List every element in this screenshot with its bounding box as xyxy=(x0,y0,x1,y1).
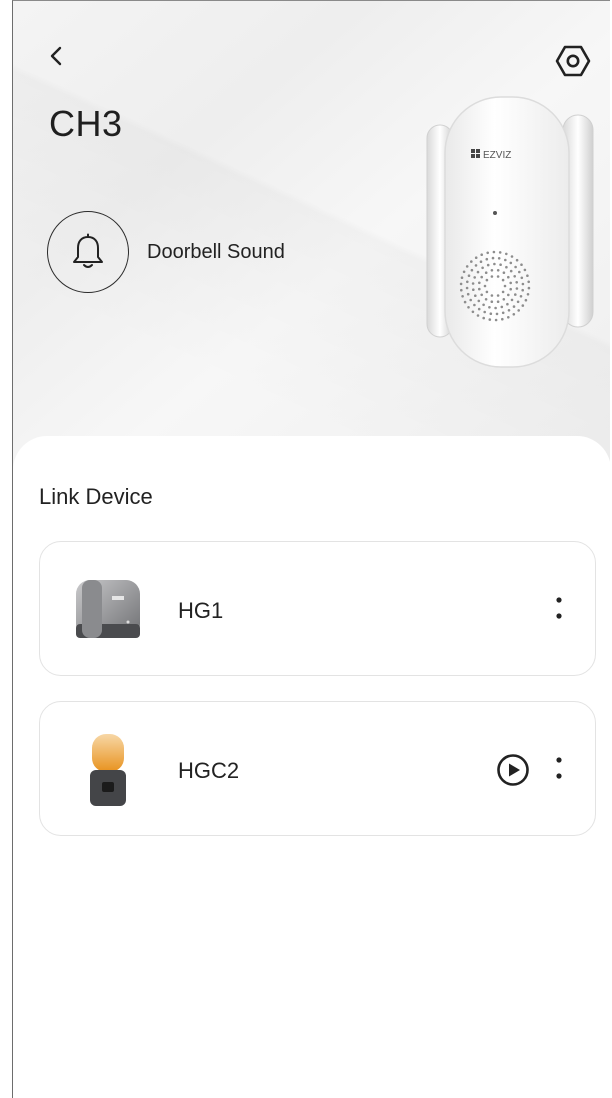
play-button[interactable] xyxy=(495,752,531,788)
link-device-heading: Link Device xyxy=(39,484,153,509)
play-circle-icon xyxy=(497,754,529,786)
more-vertical-icon xyxy=(556,597,562,619)
warning-light-thumbnail xyxy=(90,734,126,806)
device-card-hg1[interactable]: HG1 xyxy=(39,541,596,676)
chevron-left-icon xyxy=(50,46,62,66)
more-options-button[interactable] xyxy=(549,748,569,788)
app-screen: CH3 Doorbell Sound EZVIZ Link Device HG1… xyxy=(12,0,610,1098)
settings-button[interactable] xyxy=(553,41,593,81)
page-title: CH3 xyxy=(49,103,123,144)
doorbell-sound-button[interactable] xyxy=(47,211,129,293)
svg-text:EZVIZ: EZVIZ xyxy=(483,150,511,161)
device-name: HGC2 xyxy=(178,758,240,783)
more-options-button[interactable] xyxy=(549,588,569,628)
gate-controller-thumbnail xyxy=(76,580,140,638)
doorbell-sound-label: Doorbell Sound xyxy=(147,241,285,263)
back-button[interactable] xyxy=(41,41,71,71)
bell-icon xyxy=(73,233,103,268)
doorbell-chime-image: EZVIZ xyxy=(426,96,594,368)
device-card-hgc2[interactable]: HGC2 xyxy=(39,701,596,836)
device-name: HG1 xyxy=(178,598,224,623)
more-vertical-icon xyxy=(556,757,562,779)
settings-hexagon-icon xyxy=(555,45,591,77)
